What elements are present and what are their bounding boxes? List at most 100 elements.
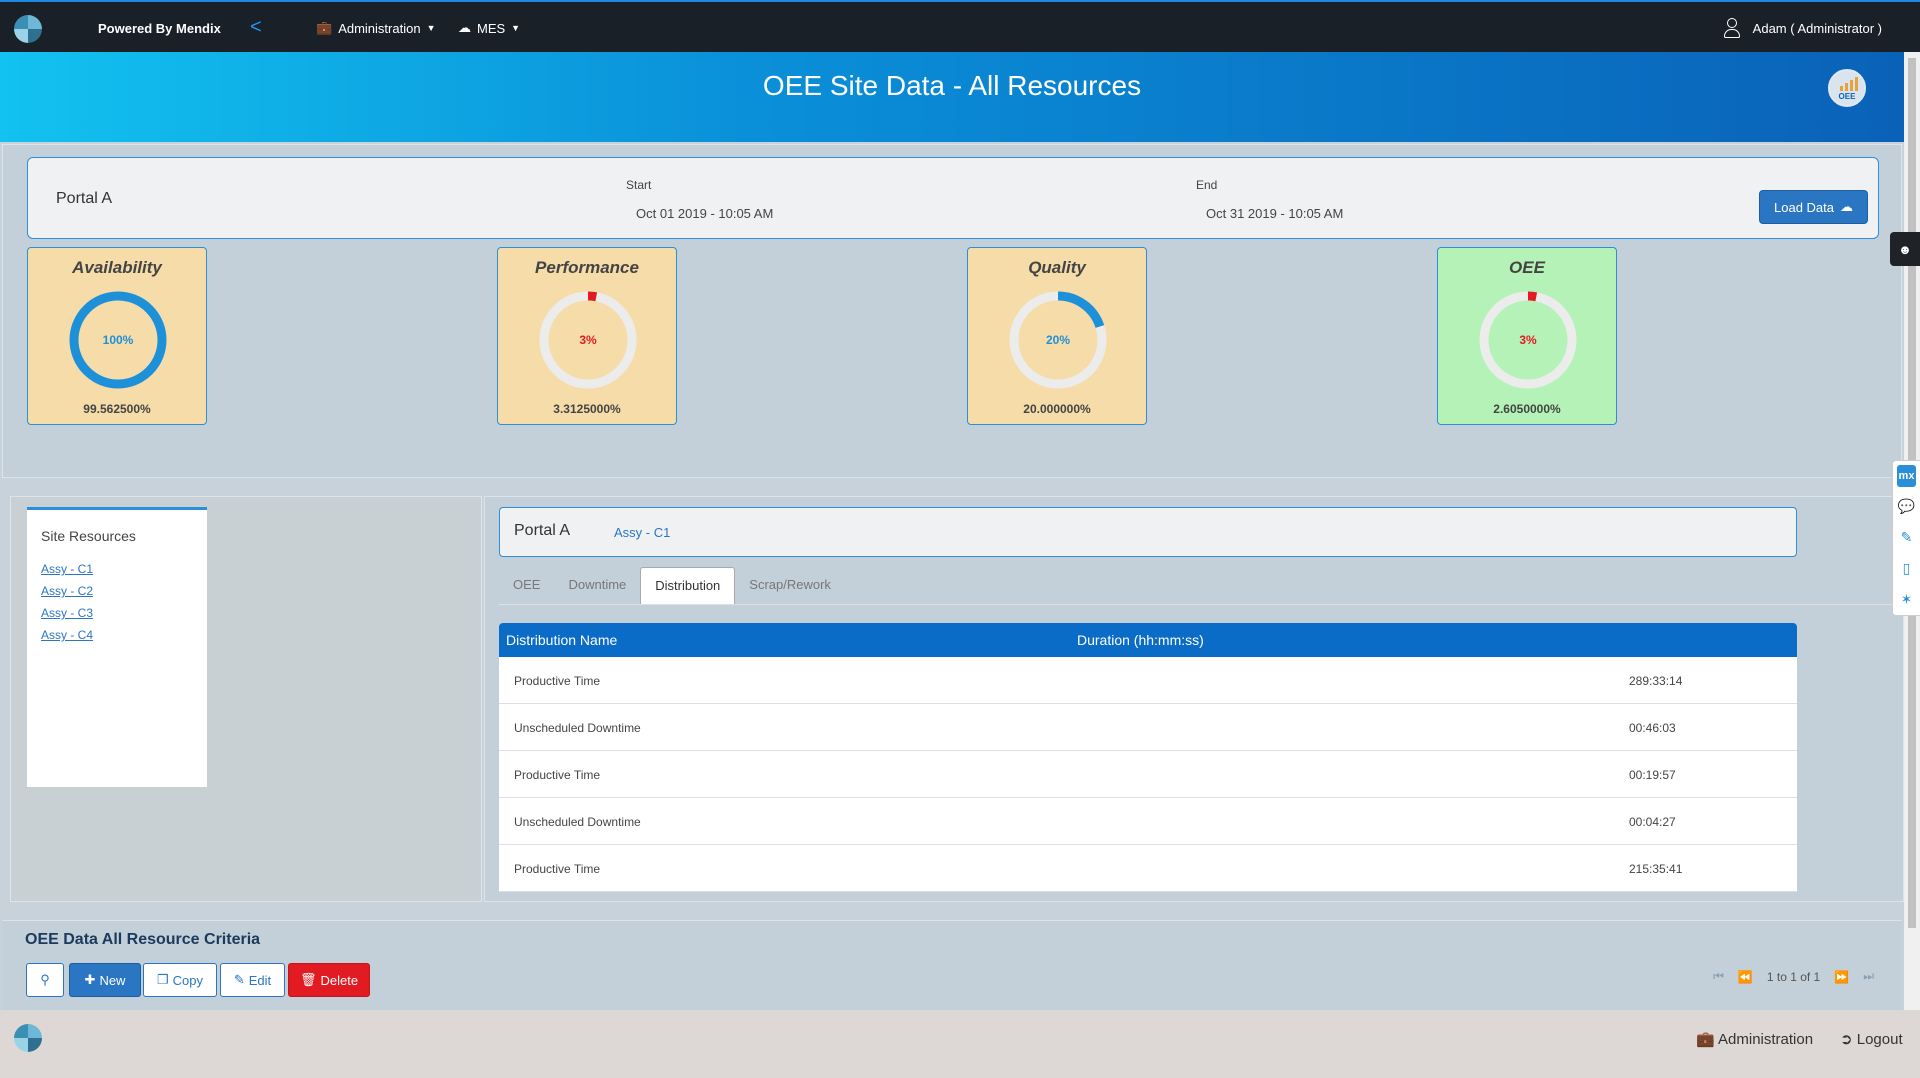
kpi-value: 2.6050000% xyxy=(1493,402,1561,416)
chevron-down-icon: ▼ xyxy=(426,23,436,33)
kpi-card-oee: OEE 3% 2.6050000% xyxy=(1437,247,1617,425)
user-menu[interactable]: Adam ( Administrator ) xyxy=(1723,18,1882,38)
cloud-download-icon: ☁ xyxy=(1840,199,1853,214)
kpi-section: Portal A Start Oct 01 2019 - 10:05 AM En… xyxy=(2,144,1902,478)
resource-link[interactable]: Assy - C2 xyxy=(41,584,93,598)
kpi-gauge: 20% xyxy=(1009,291,1107,389)
chat-icon[interactable]: 💬 xyxy=(1893,491,1920,522)
cell-name: Productive Time xyxy=(514,768,601,782)
end-value: Oct 31 2019 - 10:05 AM xyxy=(1206,206,1344,221)
copy-button-label: Copy xyxy=(172,972,203,988)
load-data-button[interactable]: Load Data ☁ xyxy=(1759,190,1868,224)
user-icon xyxy=(1723,18,1741,38)
tab-scrap-rework[interactable]: Scrap/Rework xyxy=(735,567,845,605)
criteria-section: OEE Data All Resource Criteria ⚲ ✚ New ❐… xyxy=(2,920,1902,1010)
cell-duration: 289:33:14 xyxy=(1629,674,1683,688)
footer-logo xyxy=(14,1024,42,1052)
resource-link[interactable]: Assy - C3 xyxy=(41,606,93,620)
app-logo[interactable] xyxy=(14,15,42,43)
table-row[interactable]: Productive Time 289:33:14 xyxy=(499,657,1797,704)
kpi-gauge: 3% xyxy=(539,291,637,389)
new-button-label: New xyxy=(99,972,126,988)
pencil-icon[interactable]: ✎ xyxy=(1893,522,1920,553)
kpi-gauge-label: 3% xyxy=(1519,333,1537,347)
next-page-icon[interactable]: ⏩ xyxy=(1834,970,1849,984)
mobile-icon[interactable]: ▯ xyxy=(1893,553,1920,584)
portal-summary: Portal A Start Oct 01 2019 - 10:05 AM En… xyxy=(27,157,1879,239)
pagination-status: 1 to 1 of 1 xyxy=(1766,969,1821,984)
column-header[interactable]: Distribution Name xyxy=(506,632,617,648)
first-page-icon[interactable]: ⏮ xyxy=(1713,969,1724,984)
portal-name: Portal A xyxy=(56,190,113,207)
menu-administration-label: Administration xyxy=(338,20,421,36)
new-button[interactable]: ✚ New xyxy=(69,963,141,997)
kpi-title: Performance xyxy=(535,258,639,277)
column-header[interactable]: Duration (hh:mm:ss) xyxy=(1077,632,1204,648)
kpi-card-quality: Quality 20% 20.000000% xyxy=(967,247,1147,425)
table-row[interactable]: Unscheduled Downtime 00:04:27 xyxy=(499,798,1797,845)
powered-by-label: Powered By Mendix xyxy=(98,21,221,36)
chevron-down-icon: ▼ xyxy=(511,23,521,33)
side-user-tool[interactable]: ☻ xyxy=(1890,232,1920,266)
kpi-title: Availability xyxy=(72,258,162,277)
kpi-card-performance: Performance 3% 3.3125000% xyxy=(497,247,677,425)
criteria-title: OEE Data All Resource Criteria xyxy=(25,931,261,948)
detail-tabs: OEE Downtime Distribution Scrap/Rework xyxy=(499,567,845,605)
table-row[interactable]: Productive Time 215:35:41 xyxy=(499,845,1797,892)
menu-administration[interactable]: 💼 Administration ▼ xyxy=(316,20,435,36)
resource-link[interactable]: Assy - C1 xyxy=(41,562,93,576)
kpi-gauge: 100% xyxy=(69,291,167,389)
cell-name: Productive Time xyxy=(514,862,601,876)
search-button[interactable]: ⚲ xyxy=(26,963,64,997)
kpi-card-availability: Availability 100% 99.562500% xyxy=(27,247,207,425)
end-label: End xyxy=(1196,178,1218,192)
kpi-value: 99.562500% xyxy=(83,402,151,416)
detail-resource-name: Assy - C1 xyxy=(614,525,671,540)
logout-label: Logout xyxy=(1856,1031,1903,1048)
edit-button-label: Edit xyxy=(248,972,272,988)
plus-icon: ✚ xyxy=(84,972,96,987)
delete-button[interactable]: 🗑 Delete xyxy=(288,963,370,997)
mendix-icon[interactable]: mx xyxy=(1897,465,1916,487)
kpi-title: OEE xyxy=(1509,258,1545,277)
edit-button[interactable]: ✎ Edit xyxy=(220,963,285,997)
pencil-icon: ✎ xyxy=(233,972,245,987)
distribution-table: Distribution Name Duration (hh:mm:ss) Pr… xyxy=(499,623,1797,892)
logout-link[interactable]: ➲ Logout xyxy=(1840,1030,1903,1048)
detail-header: Portal A Assy - C1 xyxy=(499,507,1797,557)
kpi-gauge-label: 3% xyxy=(579,333,597,347)
oee-logo-icon: OEE xyxy=(1828,69,1866,107)
kpi-title: Quality xyxy=(1028,258,1086,277)
page-title: OEE Site Data - All Resources xyxy=(762,70,1142,101)
menu-mes-label: MES xyxy=(477,20,506,36)
top-navbar: Powered By Mendix < 💼 Administration ▼ ☁… xyxy=(0,0,1920,52)
kpi-gauge-label: 100% xyxy=(103,333,134,347)
footer-administration-label: Administration xyxy=(1718,1031,1814,1048)
footer-administration-link[interactable]: 💼 Administration xyxy=(1696,1030,1813,1048)
share-icon[interactable]: ✶ xyxy=(1893,584,1920,615)
previous-page-icon[interactable]: ⏪ xyxy=(1738,970,1753,984)
resource-link[interactable]: Assy - C4 xyxy=(41,628,93,642)
last-page-icon[interactable]: ⏭ xyxy=(1863,969,1874,984)
page-banner: OEE Site Data - All Resources OEE xyxy=(0,52,1904,142)
resources-panel: Site Resources Assy - C1 Assy - C2 Assy … xyxy=(10,496,482,902)
table-row[interactable]: Productive Time 00:19:57 xyxy=(499,751,1797,798)
kpi-gauge: 3% xyxy=(1479,291,1577,389)
site-resources-box: Site Resources Assy - C1 Assy - C2 Assy … xyxy=(27,507,207,787)
tab-divider xyxy=(499,604,1897,605)
start-value: Oct 01 2019 - 10:05 AM xyxy=(636,206,774,221)
detail-panel: Portal A Assy - C1 OEE Downtime Distribu… xyxy=(484,496,1904,902)
tab-oee[interactable]: OEE xyxy=(499,567,554,605)
copy-button[interactable]: ❐ Copy xyxy=(143,963,217,997)
menu-mes[interactable]: ☁ MES ▼ xyxy=(458,20,520,36)
trash-icon: 🗑 xyxy=(299,972,317,987)
logout-icon: ➲ xyxy=(1840,1031,1853,1048)
collapse-menu-button[interactable]: < xyxy=(250,16,262,39)
table-row[interactable]: Unscheduled Downtime 00:46:03 xyxy=(499,704,1797,751)
tab-distribution[interactable]: Distribution xyxy=(640,567,736,605)
cell-duration: 215:35:41 xyxy=(1629,862,1683,876)
side-toolbar: mx 💬 ✎ ▯ ✶ xyxy=(1892,460,1920,616)
tab-downtime[interactable]: Downtime xyxy=(554,567,640,605)
load-data-label: Load Data xyxy=(1774,199,1834,215)
start-label: Start xyxy=(626,178,652,192)
